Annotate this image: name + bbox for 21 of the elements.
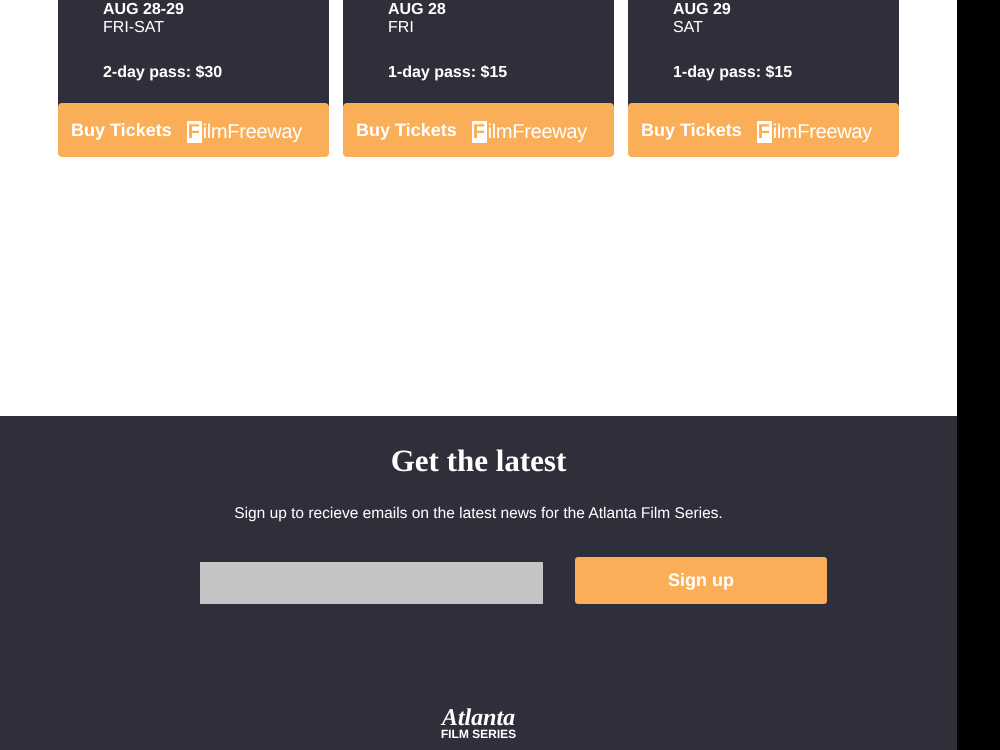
newsletter-heading: Get the latest (390, 442, 566, 479)
pass-price: 2-day pass: $30 (103, 62, 222, 82)
logo-wordmark: Atlanta (442, 708, 516, 728)
filmfreeway-logo: FilmFreeway (472, 120, 587, 144)
buy-tickets-button[interactable]: Buy Tickets FilmFreeway (343, 103, 614, 157)
pass-date: AUG 28 (388, 1, 446, 18)
newsletter-text: Sign up to recieve emails on the latest news for the Atlanta Film Series. (234, 504, 723, 524)
filmfreeway-logo: FilmFreeway (186, 120, 302, 144)
filmfreeway-logo: FilmFreeway (756, 120, 872, 144)
pass-price: 1-day pass: $15 (673, 62, 792, 82)
pass-days: FRI (388, 18, 414, 38)
pass-price: 1-day pass: $15 (388, 62, 508, 82)
buy-tickets-button[interactable]: Buy Tickets FilmFreeway (58, 103, 329, 157)
pass-date: AUG 28-29 (103, 1, 184, 18)
pass-date: AUG 29 (673, 1, 731, 18)
buy-tickets-button[interactable]: Buy Tickets FilmFreeway (628, 103, 899, 157)
sign-up-button[interactable]: Sign up (575, 557, 827, 604)
pass-days: SAT (673, 18, 703, 38)
pass-days: FRI-SAT (103, 18, 164, 38)
email-input-field[interactable] (200, 562, 543, 604)
logo-tagline: FILM SERIES (440, 728, 516, 740)
